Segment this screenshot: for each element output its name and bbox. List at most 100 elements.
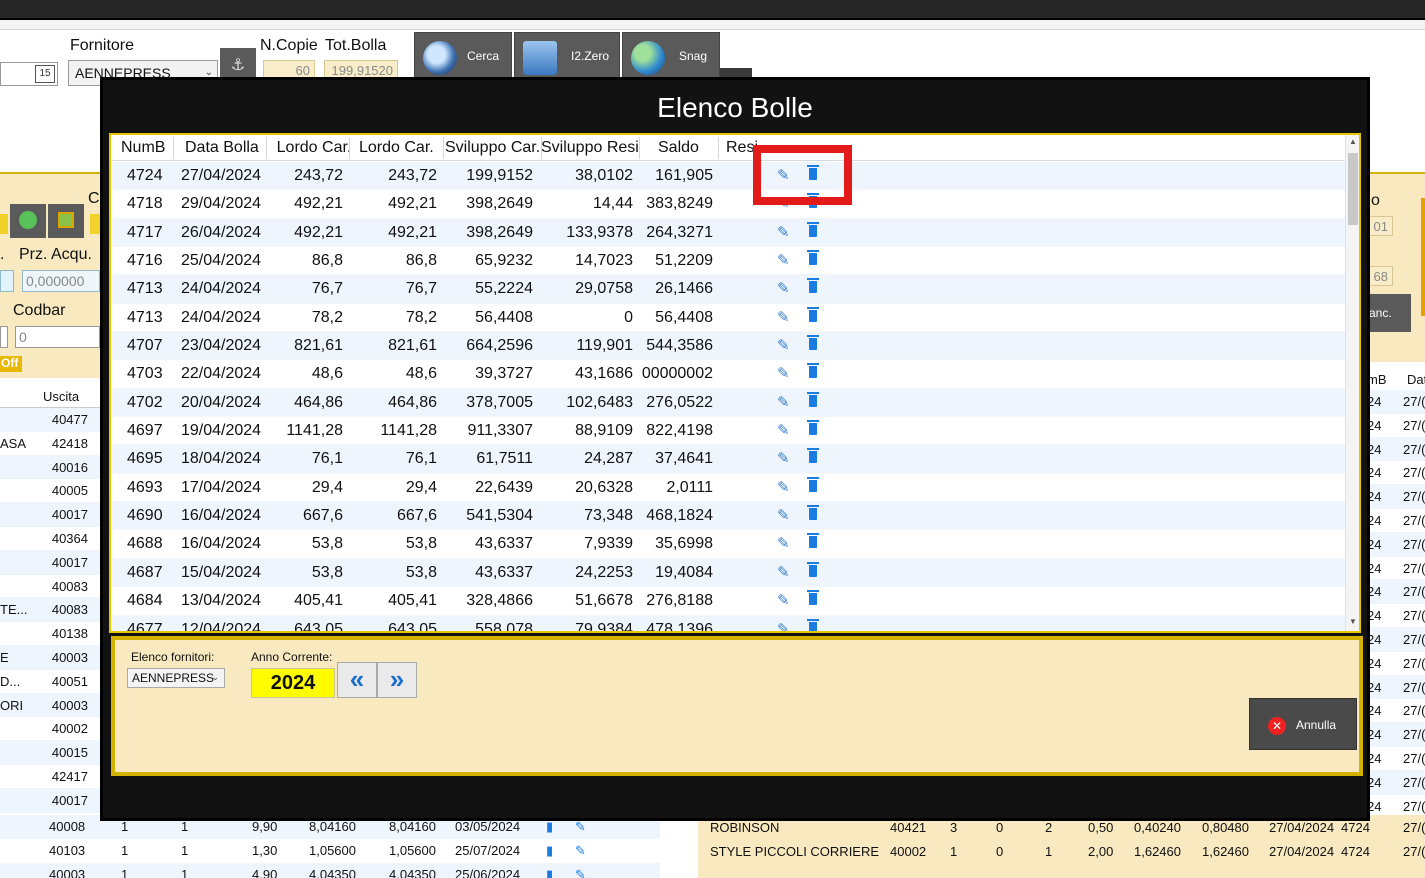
table-row[interactable]: 2427/( [1365,532,1425,557]
table-row[interactable]: 4693 17/04/2024 29,4 29,4 22,6439 20,6328 2,01… [111,474,1349,503]
small-input[interactable] [0,270,14,292]
table-row[interactable]: 4717 26/04/2024 492,21 492,21 398,2649 133,93… [111,218,1349,248]
edit-pencil-icon[interactable]: ✎ [777,336,790,354]
grid-scrollbar[interactable]: ▲ ▼ [1345,135,1359,631]
trash-icon[interactable] [807,448,819,464]
trash-icon[interactable] [807,561,819,577]
trash-icon[interactable] [807,476,819,492]
table-row[interactable]: 4690 16/04/2024 667,6 667,6 541,5304 73,348 46… [111,502,1349,531]
list-item[interactable]: 40017 [0,550,100,575]
scroll-down-icon[interactable]: ▼ [1348,617,1358,626]
list-item[interactable]: 40364 [0,527,100,551]
col-divider[interactable] [266,137,267,159]
edit-pencil-icon[interactable]: ✎ [777,506,790,524]
scrollbar-thumb[interactable] [1348,153,1358,225]
table-row[interactable]: 2427/( [1365,770,1425,795]
edit-pencil-icon[interactable]: ✎ [777,393,790,411]
table-row[interactable]: 4677 12/04/2024 643,05 643,05 558,078 79,9384… [111,615,1349,632]
list-item[interactable]: ASA 42418 [0,432,100,456]
table-row[interactable]: 4684 13/04/2024 405,41 405,41 328,4866 51,667… [111,587,1349,616]
list-item[interactable]: 40138 [0,622,100,646]
trash-icon[interactable] [807,278,819,294]
list-item[interactable]: 40005 [0,479,100,504]
trash-icon[interactable]: ▮ [546,843,553,859]
trash-icon[interactable] [807,363,819,379]
table-row[interactable]: 2427/( [1365,652,1425,676]
list-item[interactable]: 40002 [0,717,100,742]
table-row[interactable]: 2427/( [1365,747,1425,771]
edit-pencil-icon[interactable]: ✎ [777,620,790,632]
table-row[interactable]: 2427/( [1365,723,1425,747]
table-row[interactable]: 2427/( [1365,390,1425,414]
off-badge[interactable]: Off [0,356,22,372]
date-field[interactable]: 15 [0,62,58,86]
col-numb[interactable]: NumB [121,139,165,157]
table-row[interactable]: 2427/( [1365,461,1425,486]
table-row[interactable]: 40003 1 1 4,90 4,04350 4,04350 25/06/2024 ▮ ✎ [0,863,660,878]
table-row[interactable]: 2427/( [1365,485,1425,509]
edit-pencil-icon[interactable]: ✎ [777,449,790,467]
list-item[interactable]: ORI 40003 [0,693,100,718]
list-item[interactable]: TE... 40083 [0,598,100,623]
table-row[interactable]: 4716 25/04/2024 86,8 86,8 65,9232 14,7023 51,2… [111,247,1349,276]
table-row[interactable]: 40103 1 1 1,30 1,05600 1,05600 25/07/2024 ▮ ✎ [0,839,660,863]
list-item[interactable]: 40083 [0,575,100,599]
edit-pencil-icon[interactable]: ✎ [777,534,790,552]
edit-pencil-icon[interactable]: ✎ [777,308,790,326]
list-item[interactable]: D... 40051 [0,670,100,694]
annulla-button[interactable]: ✕ Annulla [1249,698,1357,750]
list-item[interactable]: 42417 [0,765,100,789]
trash-icon[interactable] [807,250,819,266]
col-divider[interactable] [173,137,174,159]
table-row[interactable]: 4724 27/04/2024 243,72 243,72 199,9152 38,010… [111,162,1349,191]
col-divider[interactable] [443,137,444,159]
trash-icon[interactable] [807,618,819,631]
table-row[interactable]: 2427/( [1365,580,1425,605]
table-row[interactable]: 4697 19/04/2024 1141,28 1141,28 911,3307 88,9… [111,417,1349,446]
prev-year-button[interactable]: « [337,662,377,698]
table-row[interactable]: 2427/( [1365,675,1425,700]
trash-icon[interactable]: ▮ [546,867,553,878]
table-row[interactable]: 4713 24/04/2024 78,2 78,2 56,4408 0 56,4408 ✎ [111,304,1349,333]
edit-pencil-icon[interactable]: ✎ [777,251,790,269]
edit-pencil-icon[interactable]: ✎ [777,563,790,581]
list-item[interactable]: 40017 [0,788,100,813]
small-input[interactable] [0,326,8,348]
trash-icon[interactable] [807,505,819,521]
list-item[interactable]: 40016 [0,455,100,480]
table-row[interactable]: 2427/( [1365,509,1425,533]
trash-icon[interactable] [807,221,819,237]
edit-pencil-icon[interactable]: ✎ [777,421,790,439]
trash-icon[interactable] [807,391,819,407]
table-row[interactable]: 4687 15/04/2024 53,8 53,8 43,6337 24,2253 19,4… [111,558,1349,588]
table-row[interactable]: 2427/( [1365,414,1425,438]
list-item[interactable]: E 40003 [0,645,100,670]
table-row[interactable]: 4688 16/04/2024 53,8 53,8 43,6337 7,9339 35,69… [111,530,1349,559]
anno-value[interactable]: 2024 [251,668,335,698]
col-data-bolla[interactable]: Data Bolla [185,139,259,157]
col-sviluppo-car[interactable]: Sviluppo Car. [445,139,540,157]
scroll-up-icon[interactable]: ▲ [1348,137,1358,146]
table-row[interactable]: 4695 18/04/2024 76,1 76,1 61,7511 24,287 37,46… [111,445,1349,474]
trash-icon[interactable]: ▮ [546,819,553,835]
trash-icon[interactable] [807,590,819,606]
table-row[interactable]: 2427/( [1365,437,1425,462]
table-row[interactable]: 2427/( [1365,604,1425,628]
edit-pencil-icon[interactable]: ✎ [575,843,586,859]
list-item[interactable]: 40017 [0,503,100,527]
table-row[interactable]: 2427/( [1365,557,1425,581]
col-saldo[interactable]: Saldo [658,139,699,157]
fornitori-select[interactable]: AENNEPRESS ⌄ [127,668,225,688]
col-lordo-car-1[interactable]: Lordo Car. [268,139,360,157]
trash-icon[interactable] [807,533,819,549]
table-row[interactable]: 4718 29/04/2024 492,21 492,21 398,2649 14,44 3… [111,190,1349,219]
search-product-button[interactable] [10,204,46,238]
calendar-icon[interactable]: 15 [35,65,55,83]
col-sviluppo-resi[interactable]: Sviluppo Resi [541,139,639,157]
trash-icon[interactable] [807,420,819,436]
table-row[interactable]: STYLE PICCOLI CORRIERE 40002 1 0 1 2,00 1,6246… [698,839,1425,863]
edit-pencil-icon[interactable]: ✎ [777,364,790,382]
trash-icon[interactable] [807,306,819,322]
edit-pencil-icon[interactable]: ✎ [777,279,790,297]
codbar-input[interactable]: 0 [15,326,100,348]
